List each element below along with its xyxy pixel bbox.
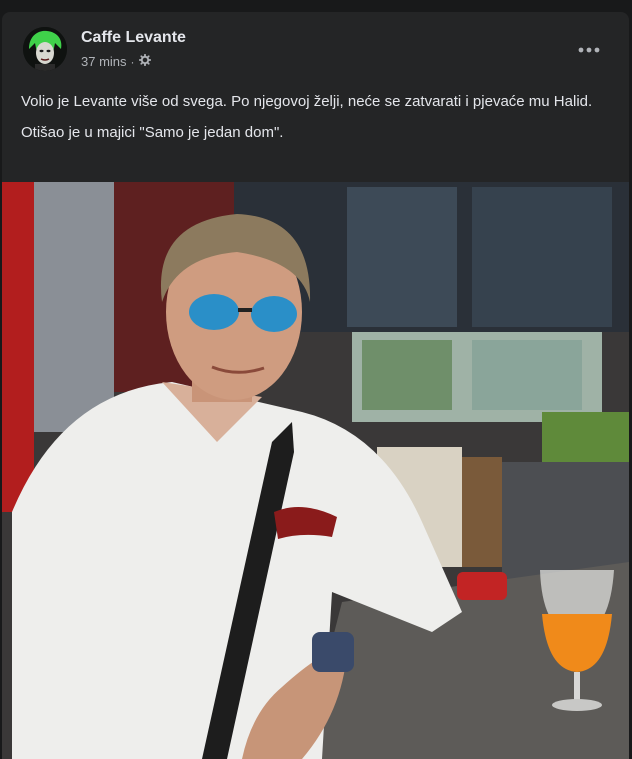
page-avatar[interactable] xyxy=(23,27,67,71)
avatar-image xyxy=(23,27,67,71)
post-meta: 37 mins · xyxy=(81,53,151,69)
photo-image xyxy=(2,182,629,759)
more-horizontal-icon xyxy=(578,47,600,53)
post-text: Volio je Levante više od svega. Po njego… xyxy=(21,92,611,154)
page-name-link[interactable]: Caffe Levante xyxy=(81,29,186,47)
more-options-button[interactable] xyxy=(571,38,607,62)
post-header: Caffe Levante 37 mins · xyxy=(2,12,629,82)
post-card: Caffe Levante 37 mins · Volio je Levante… xyxy=(2,12,629,759)
meta-separator: · xyxy=(130,54,135,69)
post-photo[interactable] xyxy=(2,182,629,759)
post-paragraph: Volio je Levante više od svega. Po njego… xyxy=(21,93,593,110)
gear-icon[interactable] xyxy=(138,53,151,69)
post-timestamp[interactable]: 37 mins xyxy=(81,54,127,69)
post-paragraph: Otišao je u majici "Samo je jedan dom". xyxy=(21,124,284,141)
